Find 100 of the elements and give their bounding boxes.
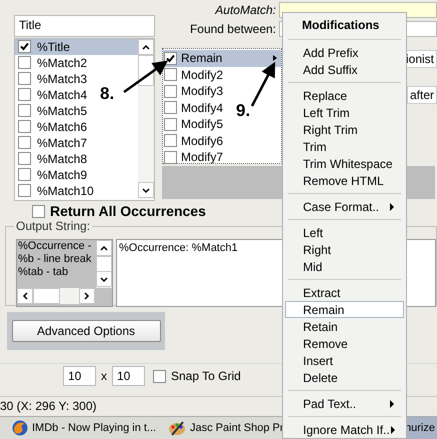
checkbox[interactable] — [164, 68, 177, 82]
menu-item[interactable]: Replace — [285, 87, 404, 104]
menu-item[interactable]: Remain — [285, 301, 404, 318]
found-between-label: Found between: — [188, 22, 277, 36]
menu-item[interactable]: Left Trim — [285, 104, 404, 121]
menu-item[interactable]: Insert — [285, 352, 404, 369]
list-item[interactable]: %Match2 — [15, 54, 90, 71]
checkbox[interactable] — [18, 104, 31, 118]
checkbox[interactable] — [164, 134, 177, 148]
checkbox[interactable] — [164, 84, 177, 98]
item-label: %Title — [37, 40, 70, 54]
item-label: Remain — [181, 51, 224, 66]
item-label: %Match7 — [37, 136, 88, 150]
palette-icon — [168, 420, 186, 436]
list-item[interactable]: %Title — [15, 38, 138, 55]
menu-item[interactable]: Remove — [285, 335, 404, 352]
menu-item[interactable]: Trim Whitespace — [285, 155, 404, 172]
checkbox[interactable] — [18, 72, 31, 86]
list-item[interactable]: %Match9 — [15, 166, 90, 183]
menu-item[interactable]: Ignore Match If.. — [285, 421, 404, 438]
submenu-arrow-icon — [389, 400, 395, 408]
menu-item[interactable]: Trim — [285, 138, 404, 155]
variable-item[interactable]: %b - line break — [17, 253, 96, 266]
annotation-number: 8. — [100, 84, 114, 104]
grid-width-field[interactable]: 10 — [63, 366, 96, 386]
modification-item[interactable]: Modify2 — [163, 66, 226, 83]
scrollbar[interactable] — [96, 240, 112, 288]
item-label: Modify5 — [181, 117, 224, 132]
list-item[interactable]: %Match6 — [15, 118, 90, 135]
checkbox[interactable] — [18, 40, 31, 54]
scrollbar[interactable] — [138, 38, 154, 199]
menu-item[interactable]: Left — [285, 224, 404, 241]
menu-item[interactable]: Remove HTML — [285, 172, 404, 189]
group-legend: Output String: — [14, 219, 92, 233]
modification-item[interactable]: Modify6 — [163, 132, 226, 149]
item-label: %Match8 — [37, 152, 88, 166]
menu-item[interactable]: Right — [285, 241, 404, 258]
submenu-arrow-icon[interactable] — [271, 54, 279, 62]
list-item[interactable]: %Match10 — [15, 182, 96, 199]
checkbox[interactable] — [18, 88, 31, 102]
modification-item[interactable]: Modify7 — [163, 149, 226, 166]
grid-height-field[interactable]: 10 — [112, 366, 145, 386]
modification-item[interactable]: Modify3 — [163, 83, 226, 100]
menu-item[interactable]: Add Suffix — [285, 61, 404, 78]
item-label: Modify3 — [181, 84, 224, 98]
list-item[interactable]: %Match8 — [15, 150, 90, 167]
item-label: Modify2 — [181, 68, 224, 82]
title-field[interactable]: Title — [14, 15, 155, 37]
item-label: Modify4 — [181, 100, 224, 115]
item-label: %Match5 — [37, 104, 88, 118]
item-label: %Match10 — [37, 184, 94, 198]
menu-item[interactable]: Extract — [285, 284, 404, 301]
menu-item[interactable]: Right Trim — [285, 121, 404, 138]
item-label: %Match4 — [37, 88, 88, 102]
menu-item[interactable]: Mid — [285, 258, 404, 275]
snap-to-grid-label: Snap To Grid — [171, 369, 241, 383]
list-item[interactable]: %Match3 — [15, 70, 90, 87]
checkbox[interactable] — [164, 52, 177, 65]
checkbox[interactable] — [164, 150, 177, 164]
menu-item[interactable]: Case Format.. — [285, 198, 404, 215]
checkbox[interactable] — [153, 370, 166, 382]
taskbar-button[interactable]: IMDb - Now Playing in t... — [10, 417, 160, 439]
checkbox[interactable] — [18, 136, 31, 150]
modification-item[interactable]: Remain — [163, 50, 281, 66]
globe-icon — [12, 420, 28, 436]
partial-text: after — [406, 86, 437, 104]
variable-item[interactable]: %Occurrence - — [17, 240, 96, 253]
return-all-label: Return All Occurrences — [50, 203, 206, 219]
menu-item[interactable]: Delete — [285, 369, 404, 386]
by-label: x — [101, 369, 107, 383]
variable-item[interactable]: %tab - tab — [17, 266, 96, 279]
modification-item[interactable]: Modify5 — [163, 116, 226, 132]
submenu-arrow-icon — [389, 202, 395, 210]
item-label: Modify7 — [181, 150, 224, 164]
automatch-label: AutoMatch: — [214, 2, 277, 16]
item-label: %Match9 — [37, 168, 88, 182]
checkbox[interactable] — [18, 120, 31, 134]
annotation-number: 9. — [236, 101, 250, 121]
modification-item[interactable]: Modify4 — [163, 100, 226, 116]
list-item[interactable]: %Match5 — [15, 102, 90, 119]
variable-list[interactable]: %Occurrence - %b - line break %tab - tab — [16, 239, 113, 307]
list-item[interactable]: %Match4 — [15, 86, 90, 103]
menu-header: Modifications — [302, 18, 380, 32]
checkbox[interactable] — [18, 168, 31, 182]
checkbox[interactable] — [164, 118, 177, 131]
list-item[interactable]: %Match7 — [15, 134, 90, 151]
checkbox[interactable] — [18, 56, 31, 70]
menu-item[interactable]: Retain — [285, 318, 404, 335]
menu-item[interactable]: Add Prefix — [285, 44, 404, 61]
item-label: %Match6 — [37, 120, 88, 134]
horizontal-scrollbar[interactable] — [17, 288, 95, 304]
submenu-arrow-icon — [390, 426, 396, 434]
advanced-options-button[interactable]: Advanced Options — [12, 320, 160, 342]
checkbox[interactable] — [18, 152, 31, 166]
item-label: %Match2 — [37, 56, 88, 70]
checkbox[interactable] — [164, 101, 177, 114]
menu-item[interactable]: Pad Text.. — [285, 395, 404, 412]
item-label: %Match3 — [37, 72, 88, 86]
checkbox[interactable] — [18, 184, 31, 198]
checkbox[interactable] — [32, 204, 45, 218]
